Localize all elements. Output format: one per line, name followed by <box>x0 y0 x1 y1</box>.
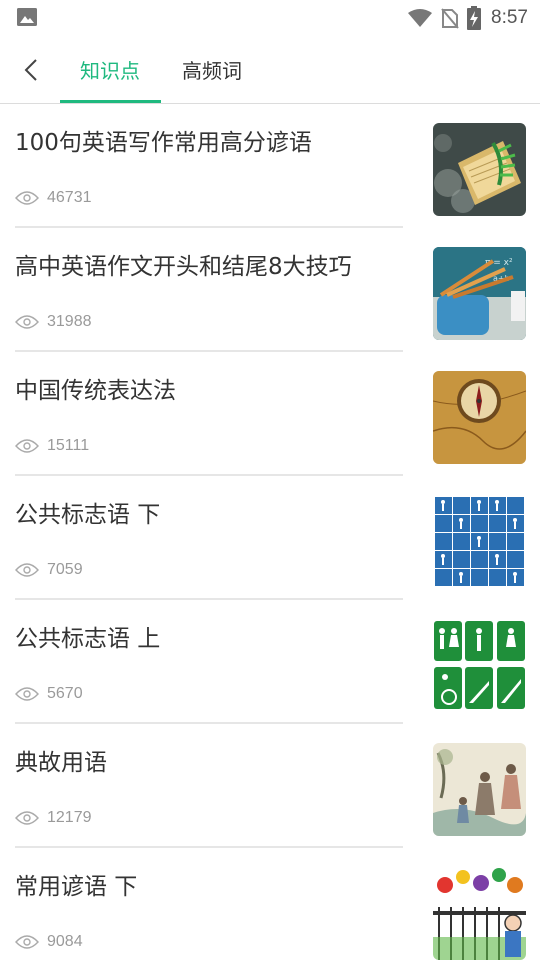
view-count: 12179 <box>47 809 92 826</box>
item-thumbnail <box>433 123 526 216</box>
active-tab-indicator <box>60 100 161 103</box>
tab-high-frequency-words[interactable]: 高频词 <box>182 56 242 86</box>
view-count: 5670 <box>47 685 83 702</box>
divider <box>15 474 403 476</box>
status-time: 8:57 <box>491 7 528 28</box>
list-item[interactable]: 公共标志语 下 7059 <box>0 477 540 601</box>
divider <box>15 846 403 848</box>
divider <box>15 350 403 352</box>
item-title: 常用谚语 下 <box>15 874 138 900</box>
item-thumbnail: π = x² a+b <box>433 247 526 340</box>
status-bar: 8:57 <box>0 0 540 36</box>
view-count-row: 31988 <box>15 311 92 333</box>
eye-icon <box>15 191 39 205</box>
view-count: 31988 <box>47 313 92 330</box>
list-item[interactable]: 典故用语 12179 <box>0 725 540 849</box>
chevron-left-icon <box>24 59 37 81</box>
divider <box>15 598 403 600</box>
tab-knowledge-points[interactable]: 知识点 <box>80 56 140 86</box>
item-thumbnail <box>433 495 526 588</box>
battery-charging-icon <box>467 6 482 30</box>
view-count-row: 15111 <box>15 435 89 457</box>
green-signs-image <box>433 619 526 712</box>
list-item[interactable]: 常用谚语 下 9084 <box>0 849 540 960</box>
blue-signs-image <box>433 495 526 588</box>
eye-icon <box>15 811 39 825</box>
divider <box>15 722 403 724</box>
book-leaves-image <box>433 123 526 216</box>
compass-map-image <box>433 371 526 464</box>
view-count-row: 5670 <box>15 683 83 705</box>
item-title: 中国传统表达法 <box>15 378 176 404</box>
list-item[interactable]: 中国传统表达法 15111 <box>0 353 540 477</box>
eye-icon <box>15 563 39 577</box>
item-title: 公共标志语 上 <box>15 626 161 652</box>
view-count: 7059 <box>47 561 83 578</box>
item-thumbnail <box>433 867 526 960</box>
list-item[interactable]: 100句英语写作常用高分谚语 46731 <box>0 105 540 229</box>
divider <box>15 226 403 228</box>
view-count: 46731 <box>47 189 92 206</box>
item-title: 100句英语写作常用高分谚语 <box>15 130 312 156</box>
image-icon <box>17 8 37 26</box>
view-count-row: 12179 <box>15 807 92 829</box>
view-count-row: 7059 <box>15 559 83 581</box>
view-count: 15111 <box>47 437 90 454</box>
eye-icon <box>15 935 39 949</box>
eye-icon <box>15 315 39 329</box>
pencils-chalkboard-image: π = x² a+b <box>433 247 526 340</box>
top-navigation-bar: 知识点 高频词 <box>0 36 540 104</box>
item-title: 高中英语作文开头和结尾8大技巧 <box>15 254 352 280</box>
ink-painting-image <box>433 743 526 836</box>
view-count-row: 9084 <box>15 931 83 953</box>
item-thumbnail <box>433 743 526 836</box>
no-sim-icon <box>441 7 459 29</box>
eye-icon <box>15 439 39 453</box>
wifi-icon <box>407 8 433 28</box>
article-list: 100句英语写作常用高分谚语 46731 高中英语作文开头和结尾8大技巧 319… <box>0 105 540 960</box>
view-count: 9084 <box>47 933 83 950</box>
item-title: 典故用语 <box>15 750 107 776</box>
item-title: 公共标志语 下 <box>15 502 161 528</box>
view-count-row: 46731 <box>15 187 92 209</box>
list-item[interactable]: 高中英语作文开头和结尾8大技巧 31988 π = x² a+b <box>0 229 540 353</box>
item-thumbnail <box>433 619 526 712</box>
list-item[interactable]: 公共标志语 上 5670 <box>0 601 540 725</box>
item-thumbnail <box>433 371 526 464</box>
eye-icon <box>15 687 39 701</box>
back-button[interactable] <box>16 54 46 86</box>
cartoon-image <box>433 867 526 960</box>
